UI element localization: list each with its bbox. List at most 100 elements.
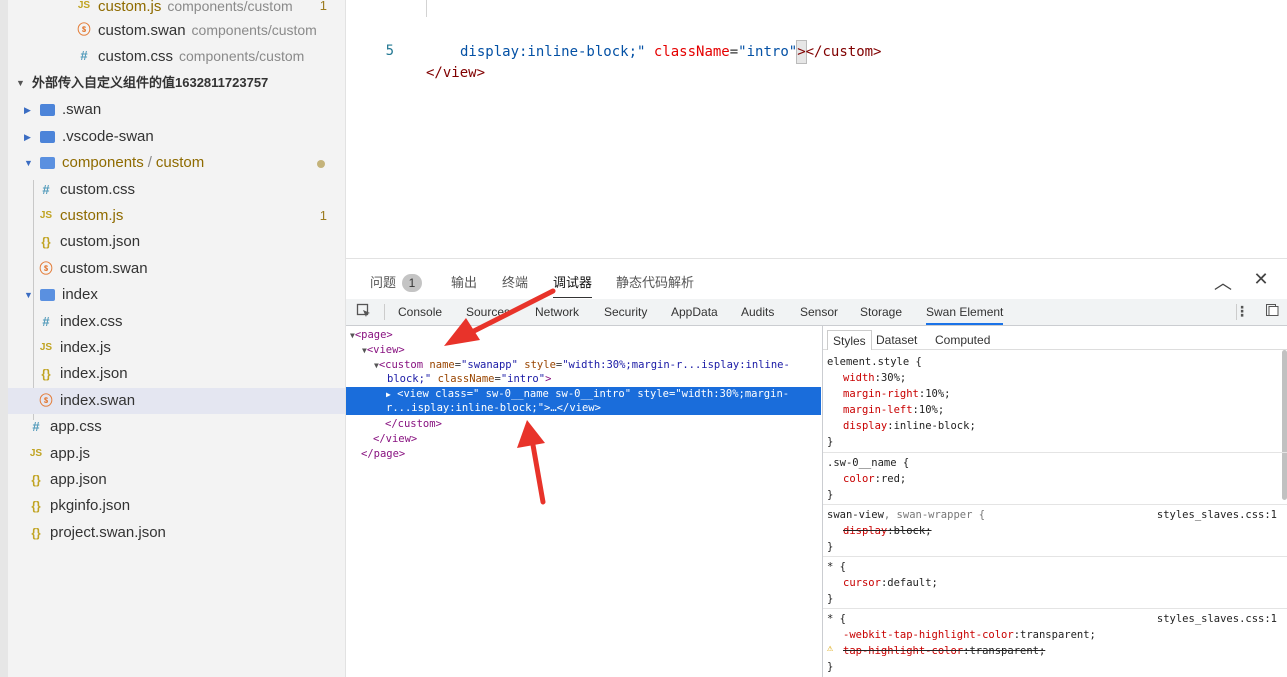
devtools-tab-audits[interactable]: Audits — [741, 299, 774, 325]
tree-item[interactable]: JS app.js — [8, 441, 345, 467]
chevron-right-icon[interactable]: ▶ — [24, 97, 34, 123]
code-line-text: </view> — [426, 65, 486, 81]
style-prop-color[interactable]: color:red; — [843, 471, 906, 487]
styles-pane: Styles Dataset Computed element.style { … — [822, 326, 1287, 677]
tree-item-label: 外部传入自定义组件的值1632811723757 — [32, 75, 269, 90]
tree-item[interactable]: ▼ components / custom — [8, 150, 345, 176]
devtools-tab-swan-element[interactable]: Swan Element — [926, 299, 1004, 325]
more-options-icon[interactable]: ⋮ — [1235, 303, 1249, 320]
tree-item[interactable]: JS index.js — [8, 335, 345, 361]
chevron-down-icon[interactable]: ▼ — [16, 70, 26, 96]
tree-item[interactable]: ▼ 外部传入自定义组件的值1632811723757 — [8, 70, 345, 96]
tree-item[interactable]: {} index.json — [8, 361, 345, 387]
dock-icon[interactable] — [1265, 303, 1279, 320]
tree-item-label: app.css — [50, 418, 102, 435]
tab-dataset[interactable]: Dataset — [871, 330, 922, 350]
toolbar-separator — [384, 304, 385, 320]
tree-item[interactable]: ▶ .swan — [8, 97, 345, 123]
tree-item[interactable]: {} pkginfo.json — [8, 493, 345, 519]
activity-strip — [0, 0, 8, 677]
tree-item[interactable]: # index.css — [8, 309, 345, 335]
tree-item[interactable]: {} custom.json — [8, 229, 345, 255]
tree-item[interactable]: ⓢ custom.swan — [8, 256, 345, 282]
folder-icon — [40, 131, 55, 143]
dom-node-custom[interactable]: ▼<custom name="swanapp" style="width:30%… — [374, 358, 790, 373]
style-prop-tap-highlight-invalid[interactable]: tap-highlight-color:transparent; — [843, 643, 1045, 659]
code-line-4: display:inline-block;" className="intro"… — [346, 0, 1287, 64]
tree-item-label: custom.swan — [60, 260, 148, 277]
tree-item-label: components / custom — [62, 154, 205, 171]
json-icon: {} — [41, 235, 51, 249]
tab-computed[interactable]: Computed — [930, 330, 995, 350]
tree-item-label: index.css — [60, 313, 123, 330]
code-line-5: 5 </view> — [346, 18, 1287, 81]
style-prop-cursor[interactable]: cursor:default; — [843, 575, 938, 591]
folder-open-icon — [40, 157, 55, 169]
css-icon: # — [80, 48, 88, 63]
devtools-tab-sensor[interactable]: Sensor — [800, 299, 838, 325]
dom-node-custom-cont[interactable]: block;" className="intro"> — [387, 372, 551, 386]
devtools-tab-sources[interactable]: Sources — [466, 299, 510, 325]
style-prop-margin-right[interactable]: margin-right:10%; — [843, 386, 950, 402]
style-rule-universal-cursor: * { cursor:default; } — [823, 557, 1287, 609]
style-prop-margin-left[interactable]: margin-left:10%; — [843, 402, 944, 418]
code-editor[interactable]: display:inline-block;" className="intro"… — [346, 0, 1287, 258]
devtools-tab-security[interactable]: Security — [604, 299, 647, 325]
rule-selector: element.style { — [827, 356, 922, 368]
close-panel-icon[interactable]: ✕ — [1251, 269, 1271, 290]
tab-problems[interactable]: 问题 1 — [370, 272, 423, 298]
code-attr-classname: className — [653, 44, 730, 60]
style-rule-element: element.style { width:30%; margin-right:1… — [823, 352, 1287, 453]
tree-item[interactable]: ⓢ index.swan — [8, 388, 345, 414]
selected-dom-node[interactable]: ▶ <view class=" sw-0__name sw-0__intro" … — [346, 387, 821, 415]
elements-panel[interactable]: ▼<page> ▼<view> ▼<custom name="swanapp" … — [346, 326, 821, 677]
tab-terminal[interactable]: 终端 — [502, 272, 528, 298]
tree-item[interactable]: ▼ index — [8, 282, 345, 308]
devtools-tab-console[interactable]: Console — [398, 299, 442, 325]
maximize-panel-icon[interactable]: ︿ — [1213, 269, 1233, 295]
problem-badge: 1 — [319, 208, 327, 223]
style-prop-display-overridden[interactable]: display:block; — [843, 523, 932, 539]
tab-static-analysis[interactable]: 静态代码解析 — [616, 272, 694, 298]
tree-item[interactable]: {} project.swan.json — [8, 520, 345, 546]
inspect-element-icon[interactable] — [356, 303, 372, 322]
js-icon: JS — [39, 210, 53, 221]
dom-node-view-end[interactable]: </view> — [373, 432, 417, 446]
tree-item[interactable]: # app.css — [8, 414, 345, 440]
tree-item[interactable]: # custom.css — [8, 177, 345, 203]
chevron-down-icon[interactable]: ▼ — [24, 150, 34, 176]
chevron-down-icon[interactable]: ▼ — [24, 282, 34, 308]
chevron-right-icon[interactable]: ▶ — [24, 124, 34, 150]
tree-item[interactable]: ⓢ custom.swan components/custom — [8, 17, 345, 43]
tab-styles[interactable]: Styles — [827, 330, 872, 350]
rule-source-link[interactable]: styles_slaves.css:1 — [1157, 611, 1277, 627]
dom-node-page-end[interactable]: </page> — [361, 447, 405, 461]
tab-output[interactable]: 输出 — [451, 272, 477, 298]
bottom-panel: 问题 1 输出 终端 调试器 静态代码解析 ︿ ✕ Console Sources N… — [346, 258, 1287, 677]
tree-item[interactable]: ▶ .vscode-swan — [8, 124, 345, 150]
dom-node-custom-end[interactable]: </custom> — [385, 417, 442, 431]
dom-node-view[interactable]: ▼<view> — [362, 343, 405, 358]
tree-item[interactable]: {} app.json — [8, 467, 345, 493]
devtools-tab-storage[interactable]: Storage — [860, 299, 902, 325]
rule-source-link[interactable]: styles_slaves.css:1 — [1157, 507, 1277, 523]
tree-item-label: app.json — [50, 471, 107, 488]
tree-item-label: index.js — [60, 339, 111, 356]
tree-item-label: pkginfo.json — [50, 497, 131, 514]
dom-node-page[interactable]: ▼<page> — [350, 328, 393, 343]
style-prop-width[interactable]: width:30%; — [843, 370, 906, 386]
tab-debugger[interactable]: 调试器 — [553, 272, 593, 298]
tree-item[interactable]: JS custom.js 1 — [8, 203, 345, 229]
expand-triangle-icon[interactable]: ▶ — [386, 390, 391, 399]
code-attr-display: display:inline-block;" — [460, 44, 646, 60]
style-prop-display[interactable]: display:inline-block; — [843, 418, 976, 434]
tree-item[interactable]: # custom.css components/custom — [8, 43, 345, 69]
devtools-tab-appdata[interactable]: AppData — [671, 299, 718, 325]
tree-item-label: app.js — [50, 445, 91, 462]
style-prop-webkit-tap[interactable]: -webkit-tap-highlight-color:transparent; — [843, 627, 1096, 643]
indent-guide — [426, 0, 427, 17]
rule-close-brace: } — [827, 593, 834, 605]
modified-dot-icon — [317, 160, 325, 168]
devtools-tab-network[interactable]: Network — [535, 299, 579, 325]
json-icon: {} — [41, 367, 51, 381]
